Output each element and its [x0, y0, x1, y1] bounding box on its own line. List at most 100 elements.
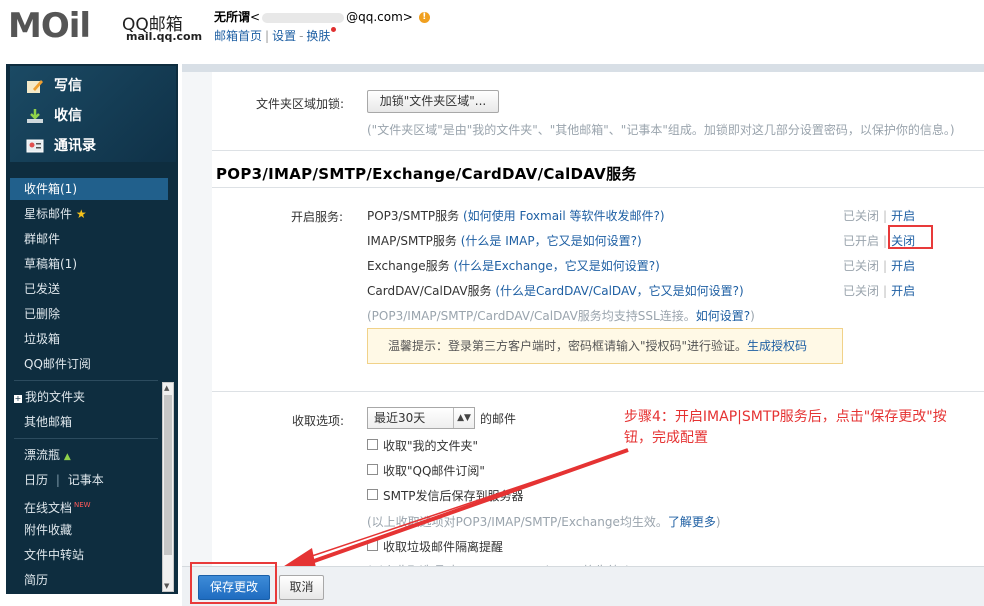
- scroll-up-icon[interactable]: ▲: [164, 384, 169, 392]
- folder-sent[interactable]: 已发送: [10, 278, 168, 300]
- scroll-down-icon[interactable]: ▼: [164, 582, 169, 590]
- receive-suffix: 的邮件: [480, 412, 517, 426]
- online-docs-label: 在线文档: [24, 501, 73, 515]
- star-icon: ★: [75, 207, 87, 221]
- section-title: POP3/IMAP/SMTP/Exchange/CardDAV/CalDAV服务: [216, 165, 637, 183]
- settings-link[interactable]: 设置: [272, 29, 296, 43]
- logo-text: MOil: [8, 6, 91, 46]
- calendar-link[interactable]: 日历: [24, 473, 48, 487]
- highlight-box-save: [190, 562, 277, 604]
- pencil-icon: [27, 80, 43, 93]
- service-help-link[interactable]: (什么是 IMAP，它又是如何设置?): [461, 234, 642, 248]
- contacts-label: 通讯录: [54, 138, 96, 154]
- folder-subscriptions[interactable]: QQ邮件订阅: [10, 353, 168, 375]
- resume-label: 简历: [24, 573, 49, 587]
- scroll-thumb[interactable]: [164, 395, 172, 555]
- calendar-notes-item: 日历 | 记事本: [24, 473, 104, 487]
- folder-label: 垃圾箱: [24, 332, 61, 346]
- online-docs-item[interactable]: 在线文档 NEW: [10, 494, 168, 516]
- folder-label: 星标邮件: [24, 207, 73, 221]
- skin-link[interactable]: 换肤: [306, 29, 330, 43]
- bottle-icon: ▲: [63, 452, 71, 462]
- enable-services-label: 开启服务:: [291, 210, 344, 224]
- warning-icon[interactable]: !: [418, 12, 430, 23]
- folder-label: 已发送: [24, 282, 61, 296]
- service-state: 已开启: [843, 234, 880, 248]
- notification-dot-icon: [331, 27, 337, 32]
- sidebar-divider: [14, 438, 158, 439]
- notes-link[interactable]: 记事本: [68, 473, 104, 487]
- receive-range-select[interactable]: 最近30天 ▲▼: [367, 407, 475, 429]
- folder-label: 草稿箱(1): [24, 257, 77, 271]
- other-mail-label: 其他邮箱: [24, 415, 73, 429]
- receive-button[interactable]: 收信: [26, 104, 82, 128]
- sidebar-scrollbar[interactable]: ▲ ▼: [162, 382, 174, 592]
- folder-lock-description: ("文件夹区域"是由"我的文件夹"、"其他邮箱"、"记事本"组成。加锁即对这几部…: [367, 123, 955, 137]
- my-folders-toggle[interactable]: + 我的文件夹: [10, 386, 168, 408]
- receive-options-label: 收取选项:: [292, 414, 345, 428]
- brand-domain: mail.qq.com: [126, 30, 203, 43]
- folder-drafts[interactable]: 草稿箱(1): [10, 253, 168, 275]
- enable-exchange-link[interactable]: 开启: [891, 259, 915, 273]
- contacts-card-icon: [26, 139, 44, 153]
- generate-auth-code-link[interactable]: 生成授权码: [747, 339, 807, 353]
- compose-label: 写信: [54, 78, 82, 94]
- service-state: 已关闭: [843, 259, 880, 273]
- folder-lock-button[interactable]: 加锁"文件夹区域"...: [367, 90, 499, 113]
- qq-mail-logo[interactable]: MOil QQ邮箱 mail.qq.com: [8, 6, 208, 46]
- ssl-howto-link[interactable]: 如何设置?: [696, 309, 750, 323]
- service-status-carddav: 已关闭 | 开启: [843, 284, 916, 298]
- folder-lock-label: 文件夹区域加锁:: [256, 97, 345, 111]
- service-state: 已关闭: [843, 284, 880, 298]
- file-transfer-label: 文件中转站: [24, 548, 85, 562]
- ssl-note-close: ): [750, 309, 755, 323]
- user-name: 无所谓: [214, 10, 251, 24]
- user-account: 无所谓< @qq.com>!: [214, 8, 430, 25]
- service-help-link[interactable]: (什么是Exchange，它又是如何设置?): [453, 259, 659, 273]
- annotation-arrow: [278, 448, 629, 570]
- folder-deleted[interactable]: 已删除: [10, 303, 168, 325]
- learn-more-link[interactable]: 了解更多: [668, 515, 716, 529]
- folder-inbox[interactable]: 收件箱(1): [10, 178, 168, 200]
- folder-label: 收件箱(1): [24, 182, 77, 196]
- service-row-exchange: Exchange服务 (什么是Exchange，它又是如何设置?): [367, 257, 660, 274]
- receive-range-value: 最近30天: [374, 411, 426, 425]
- service-name: POP3/SMTP服务: [367, 209, 460, 223]
- section-divider: [212, 150, 984, 151]
- other-mail-item[interactable]: 其他邮箱: [10, 411, 168, 433]
- receive-label: 收信: [54, 108, 82, 124]
- mail-home-link[interactable]: 邮箱首页: [214, 29, 262, 43]
- folder-junk[interactable]: 垃圾箱: [10, 328, 168, 350]
- sidebar-divider: [14, 380, 158, 381]
- drift-bottle-label: 漂流瓶: [24, 448, 61, 462]
- select-arrow-icon: ▲▼: [453, 408, 474, 428]
- compose-button[interactable]: 写信: [26, 74, 82, 98]
- ssl-note: (POP3/IMAP/SMTP/CardDAV/CalDAV服务均支持SSL连接…: [367, 307, 755, 324]
- enable-carddav-link[interactable]: 开启: [891, 284, 915, 298]
- user-email-suffix: @qq.com>: [346, 10, 413, 24]
- contacts-button[interactable]: 通讯录: [26, 134, 96, 158]
- folder-label: 已删除: [24, 307, 61, 321]
- drift-bottle-item[interactable]: 漂流瓶 ▲: [10, 444, 168, 466]
- cancel-button[interactable]: 取消: [279, 575, 324, 600]
- tutorial-annotation: 步骤4：开启IMAP|SMTP服务后，点击"保存更改"按钮，完成配置: [624, 409, 947, 446]
- service-help-link[interactable]: (如何使用 Foxmail 等软件收发邮件?): [463, 209, 665, 223]
- service-row-pop3: POP3/SMTP服务 (如何使用 Foxmail 等软件收发邮件?): [367, 207, 665, 224]
- highlight-box-imap: [888, 225, 933, 249]
- folder-starred[interactable]: 星标邮件 ★: [10, 203, 168, 225]
- file-transfer-item[interactable]: 文件中转站: [10, 544, 168, 566]
- resume-item[interactable]: 简历: [10, 569, 168, 591]
- folder-label: 群邮件: [24, 232, 61, 246]
- sidebar-actions: 写信 收信 通讯录: [10, 66, 176, 162]
- service-help-link[interactable]: (什么是CardDAV/CalDAV，它又是如何设置?): [495, 284, 743, 298]
- folder-label: QQ邮件订阅: [24, 357, 91, 371]
- auth-code-tip: 温馨提示：登录第三方客户端时，密码框请输入"授权码"进行验证。生成授权码: [367, 328, 843, 364]
- tip-text: 温馨提示：登录第三方客户端时，密码框请输入"授权码"进行验证。: [388, 339, 748, 353]
- inbox-download-icon: [27, 109, 43, 123]
- attachments-item[interactable]: 附件收藏: [10, 519, 168, 541]
- enable-pop3-link[interactable]: 开启: [891, 209, 915, 223]
- service-row-carddav: CardDAV/CalDAV服务 (什么是CardDAV/CalDAV，它又是如…: [367, 282, 744, 299]
- folder-group-mail[interactable]: 群邮件: [10, 228, 168, 250]
- section-divider: [212, 391, 984, 392]
- service-status-exchange: 已关闭 | 开启: [843, 259, 916, 273]
